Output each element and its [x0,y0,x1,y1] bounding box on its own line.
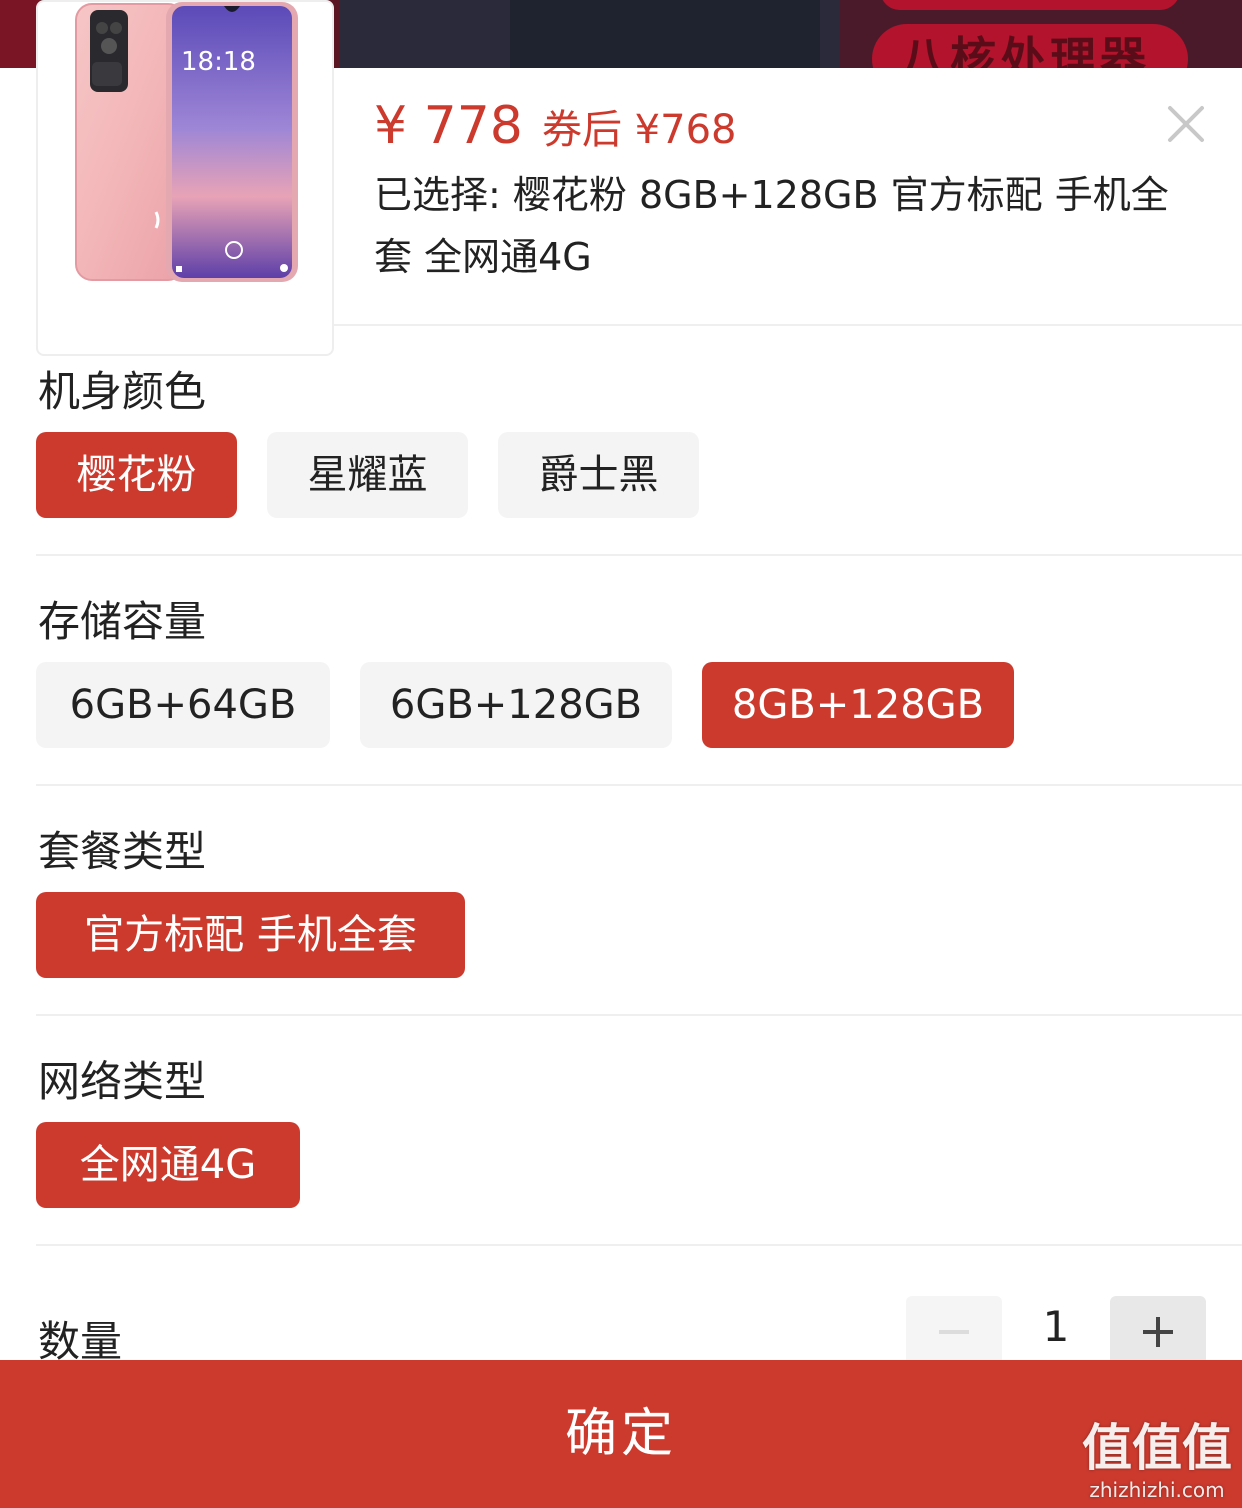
coupon-price: 券后 ¥768 [541,107,737,153]
package-option-official[interactable]: 官方标配 手机全套 [36,892,465,978]
quantity-increase-button[interactable] [1110,1296,1206,1366]
divider [36,784,1242,786]
site-watermark: 值值值 zhizhizhi.com [1082,1418,1232,1502]
product-spec-page: 八核处理器 18:18 ¥ 778 券后 ¥768 已选择: 樱花粉 8GB+1… [0,0,1242,1508]
divider [36,1244,1242,1246]
color-option-star-blue[interactable]: 星耀蓝 [267,432,468,518]
minus-icon [939,1330,969,1334]
price-row: ¥ 778 券后 ¥768 [374,96,736,156]
quantity-value[interactable]: 1 [1002,1302,1110,1351]
product-thumbnail: 18:18 [36,0,334,356]
network-option-4g[interactable]: 全网通4G [36,1122,300,1208]
divider [36,1014,1242,1016]
storage-option-6-128[interactable]: 6GB+128GB [360,662,672,748]
confirm-button[interactable]: 确定 [0,1360,1242,1508]
storage-section-title: 存储容量 [38,597,207,646]
plus-icon [1143,1317,1173,1347]
current-price: ¥ 778 [374,96,523,156]
watermark-logo: 值值值 [1082,1419,1232,1477]
close-icon[interactable] [1164,102,1208,146]
watermark-url: zhizhizhi.com [1089,1478,1225,1502]
storage-option-8-128[interactable]: 8GB+128GB [702,662,1014,748]
spec-selection-sheet: 18:18 ¥ 778 券后 ¥768 已选择: 樱花粉 8GB+128GB 官… [0,0,1242,1508]
color-option-sakura-pink[interactable]: 樱花粉 [36,432,237,518]
banner-pill-top [880,0,1180,10]
storage-option-6-64[interactable]: 6GB+64GB [36,662,330,748]
banner-pill-text: 八核处理器 [872,24,1188,68]
package-section-title: 套餐类型 [38,827,207,876]
banner-left-panel [0,0,40,68]
phone-screen-clock: 18:18 [181,47,256,77]
divider [36,554,1242,556]
banner-phone-panel [510,0,820,68]
network-section-title: 网络类型 [38,1057,207,1106]
color-option-jazz-black[interactable]: 爵士黑 [498,432,699,518]
phone-image: 18:18 [75,2,298,282]
color-section-title: 机身颜色 [38,367,207,416]
selected-summary: 已选择: 樱花粉 8GB+128GB 官方标配 手机全套 全网通4G [374,173,1169,279]
quantity-decrease-button[interactable] [906,1296,1002,1366]
